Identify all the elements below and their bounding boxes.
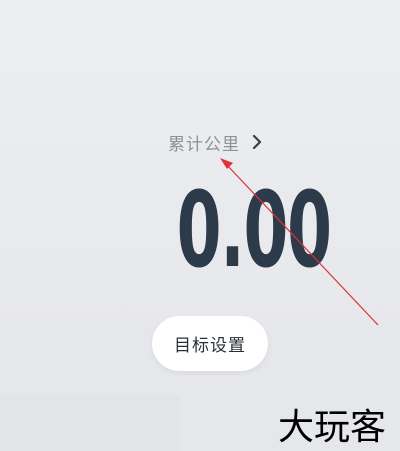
watermark-text: 大玩客: [278, 407, 386, 447]
goal-settings-button[interactable]: 目标设置: [152, 316, 268, 371]
bottom-left-area: [0, 395, 180, 451]
watermark-logo: 大玩客: [278, 407, 386, 447]
app-screen: 累计公里 0.00 目标设置: [0, 0, 400, 451]
total-distance-value: 0.00: [176, 169, 332, 291]
total-distance-label: 累计公里: [168, 134, 240, 155]
chevron-right-icon: [252, 134, 262, 150]
total-distance-link[interactable]: 累计公里: [168, 128, 264, 156]
